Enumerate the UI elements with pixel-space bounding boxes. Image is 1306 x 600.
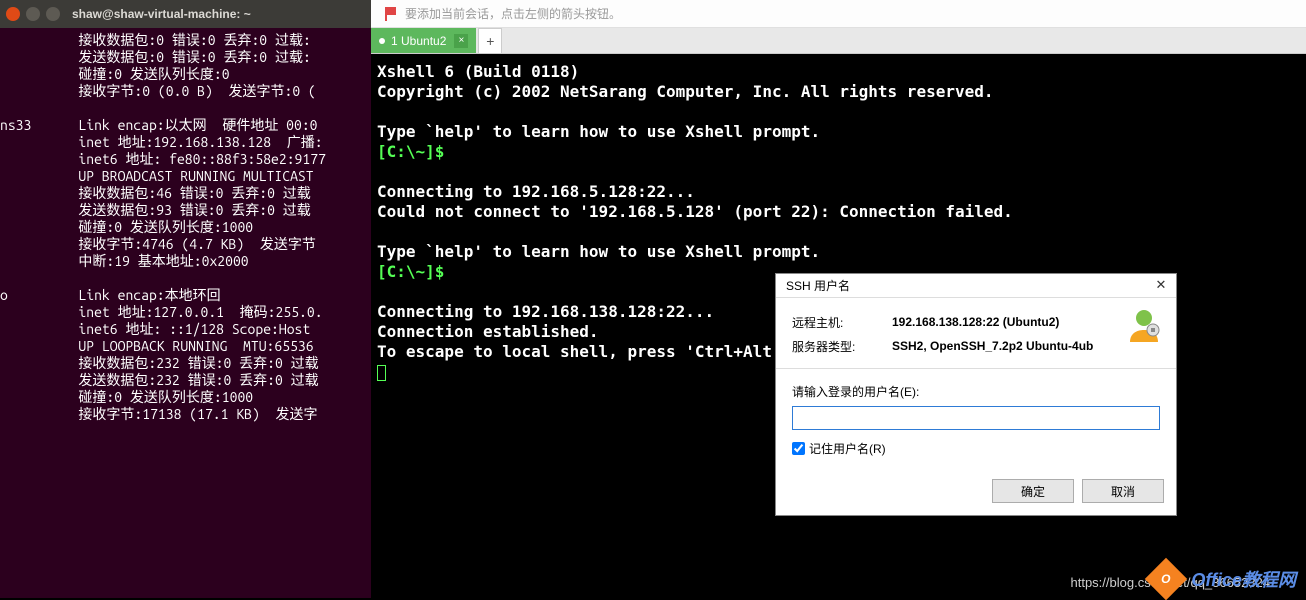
term-line: Xshell 6 (Build 0118) <box>377 62 579 81</box>
add-tab-button[interactable]: + <box>478 28 502 53</box>
dialog-titlebar[interactable]: SSH 用户名 ✕ <box>776 274 1176 298</box>
username-input[interactable] <box>792 406 1160 430</box>
dialog-buttons: 确定 取消 <box>776 471 1176 515</box>
tab-ubuntu2[interactable]: 1 Ubuntu2 × <box>371 28 476 53</box>
minimize-icon[interactable] <box>26 7 40 21</box>
office-badge-icon: O <box>1145 558 1187 600</box>
flag-icon <box>385 7 397 21</box>
server-type-value: SSH2, OpenSSH_7.2p2 Ubuntu-4ub <box>892 339 1093 353</box>
tab-label: 1 Ubuntu2 <box>391 34 446 48</box>
remember-username-checkbox[interactable] <box>792 442 805 455</box>
server-type-label: 服务器类型: <box>792 338 892 355</box>
term-line: Copyright (c) 2002 NetSarang Computer, I… <box>377 82 994 101</box>
dialog-title: SSH 用户名 <box>786 277 850 294</box>
ok-button[interactable]: 确定 <box>992 479 1074 503</box>
term-line: Could not connect to '192.168.5.128' (po… <box>377 202 1013 221</box>
term-line: Type `help' to learn how to use Xshell p… <box>377 242 820 261</box>
watermark-text: Office教程网 <box>1191 566 1296 592</box>
tab-strip: 1 Ubuntu2 × + <box>371 28 1306 54</box>
user-icon <box>1126 306 1162 342</box>
tab-close-icon[interactable]: × <box>454 34 468 48</box>
term-line: Connection established. <box>377 322 599 341</box>
username-prompt-label: 请输入登录的用户名(E): <box>792 383 1160 400</box>
tab-status-dot <box>379 38 385 44</box>
host-row: 远程主机: 192.168.138.128:22 (Ubuntu2) <box>792 310 1160 334</box>
term-line: Connecting to 192.168.5.128:22... <box>377 182 695 201</box>
session-hint-bar: 要添加当前会话，点击左侧的箭头按钮。 <box>371 0 1306 28</box>
ubuntu-titlebar: shaw@shaw-virtual-machine: ~ <box>0 0 371 28</box>
divider <box>776 368 1176 369</box>
term-line: To escape to local shell, press 'Ctrl+Al… <box>377 342 772 361</box>
ubuntu-terminal-window: shaw@shaw-virtual-machine: ~ 接收数据包:0 错误:… <box>0 0 371 598</box>
remember-username-row[interactable]: 记住用户名(R) <box>792 440 1160 457</box>
host-value: 192.168.138.128:22 (Ubuntu2) <box>892 315 1059 329</box>
hint-text: 要添加当前会话，点击左侧的箭头按钮。 <box>405 5 621 22</box>
dialog-body: 远程主机: 192.168.138.128:22 (Ubuntu2) 服务器类型… <box>776 298 1176 471</box>
ubuntu-window-title: shaw@shaw-virtual-machine: ~ <box>72 7 251 21</box>
host-label: 远程主机: <box>792 314 892 331</box>
xshell-prompt: [C:\~]$ <box>377 262 444 281</box>
close-icon[interactable] <box>6 7 20 21</box>
remember-username-label: 记住用户名(R) <box>809 440 886 457</box>
terminal-cursor <box>377 365 386 381</box>
ubuntu-terminal-output[interactable]: 接收数据包:0 错误:0 丢弃:0 过载: 发送数据包:0 错误:0 丢弃:0 … <box>0 28 371 423</box>
ssh-username-dialog: SSH 用户名 ✕ 远程主机: 192.168.138.128:22 (Ubun… <box>775 273 1177 516</box>
term-line: Connecting to 192.168.138.128:22... <box>377 302 714 321</box>
term-line: Type `help' to learn how to use Xshell p… <box>377 122 820 141</box>
cancel-button[interactable]: 取消 <box>1082 479 1164 503</box>
server-type-row: 服务器类型: SSH2, OpenSSH_7.2p2 Ubuntu-4ub <box>792 334 1160 358</box>
maximize-icon[interactable] <box>46 7 60 21</box>
xshell-prompt: [C:\~]$ <box>377 142 444 161</box>
dialog-close-button[interactable]: ✕ <box>1152 277 1170 295</box>
watermark-logo: O Office教程网 <box>1151 564 1296 594</box>
